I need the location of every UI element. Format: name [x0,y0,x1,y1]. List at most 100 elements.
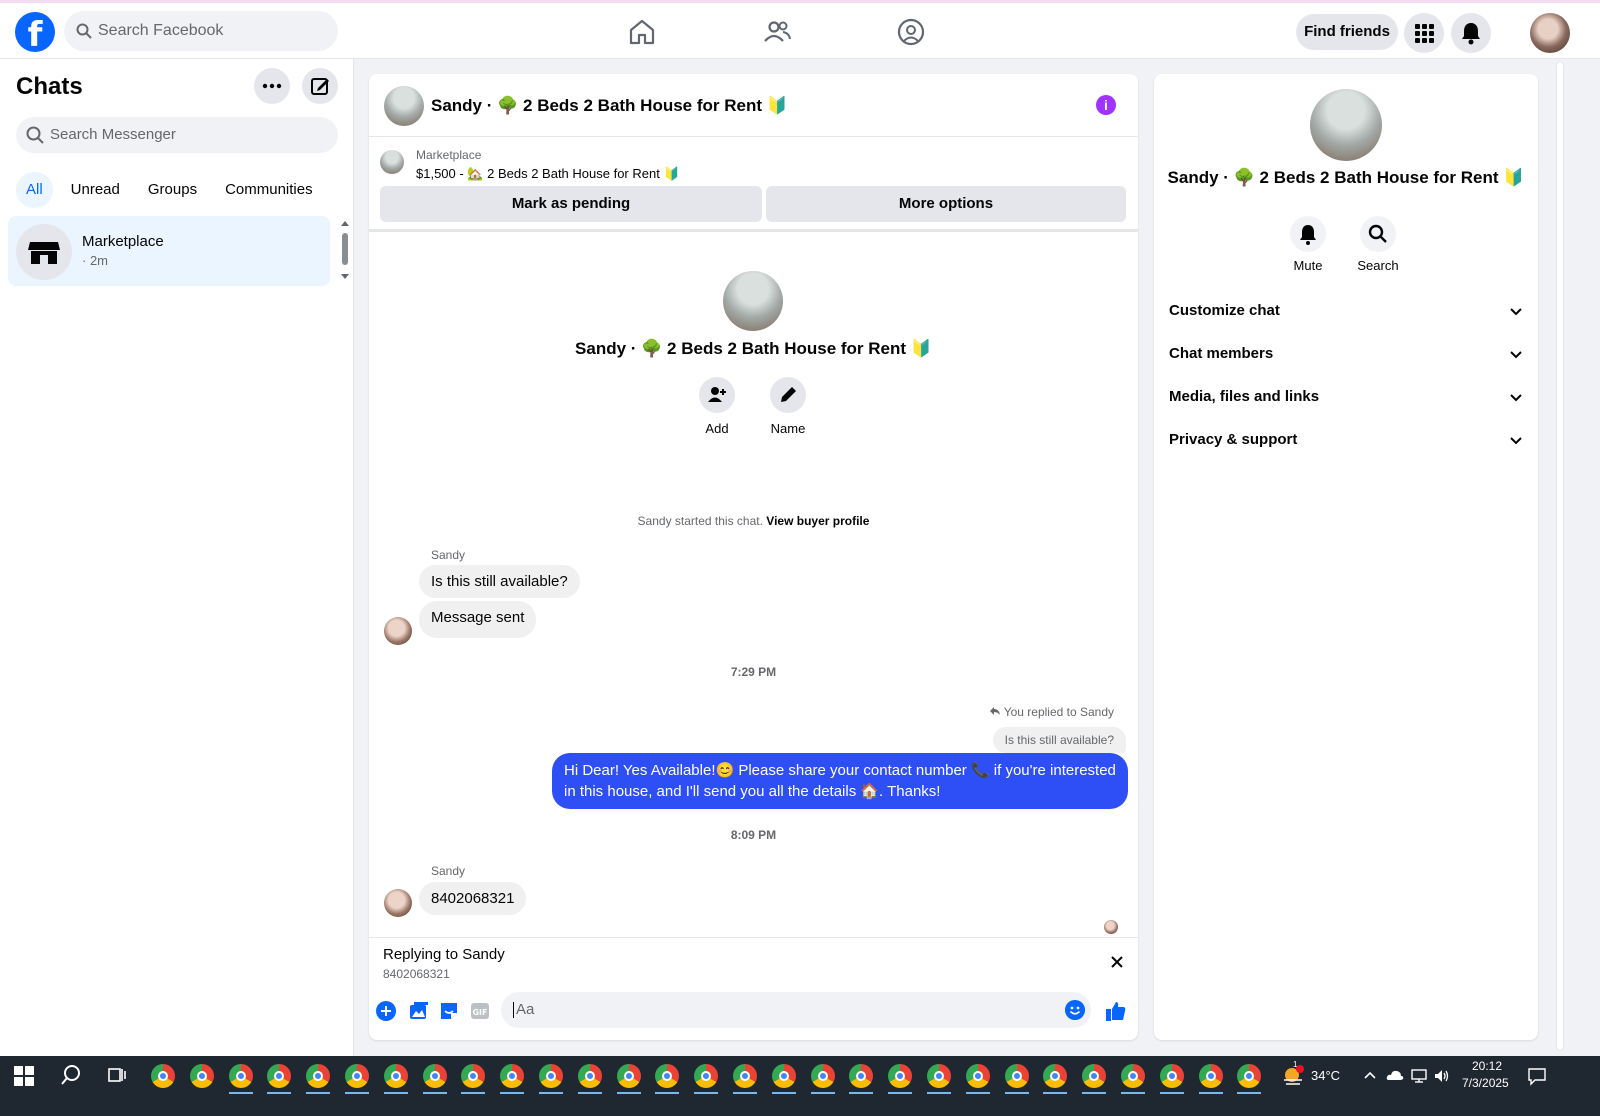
profile-avatar[interactable] [1530,13,1570,53]
listing-thumbnail[interactable] [380,150,404,174]
find-friends-button[interactable]: Find friends [1296,14,1398,50]
chrome-taskbar-icon[interactable] [1159,1064,1184,1088]
sticker-icon[interactable] [438,1000,460,1022]
media-files-links-section[interactable]: Media, files and links [1169,382,1523,412]
quoted-message[interactable]: Is this still available? [992,727,1126,753]
customize-chat-section[interactable]: Customize chat [1169,296,1523,326]
page-scrollbar[interactable] [1552,59,1568,1057]
chrome-taskbar-icon[interactable] [616,1064,641,1088]
chrome-taskbar-icon[interactable] [577,1064,602,1088]
chrome-taskbar-icon[interactable] [965,1064,990,1088]
new-message-button[interactable] [302,68,338,104]
close-icon[interactable] [1109,954,1125,970]
volume-icon[interactable] [1433,1067,1451,1085]
replying-title: Replying to Sandy [383,946,505,963]
sender-avatar[interactable] [384,617,412,645]
chrome-taskbar-icon[interactable] [189,1064,214,1088]
incoming-message[interactable]: Message sent [419,601,537,638]
thumbs-up-icon[interactable] [1105,1000,1127,1022]
conversation-avatar[interactable] [384,86,424,126]
chrome-taskbar-icon[interactable] [151,1064,175,1088]
notifications-button[interactable] [1451,13,1491,53]
notification-center-icon[interactable] [1527,1066,1547,1086]
chat-options-button[interactable] [254,68,290,104]
conversation-title[interactable]: Sandy · 🌳 2 Beds 2 Bath House for Rent 🔰 [431,96,788,116]
filter-all[interactable]: All [16,172,53,208]
chevron-up-icon[interactable] [1364,1070,1376,1080]
mute-label: Mute [1293,258,1323,273]
chat-list-item[interactable]: Marketplace · 2m [8,216,330,286]
more-options-button[interactable]: More options [766,186,1126,222]
scrollbar-thumb[interactable] [342,233,348,265]
chrome-taskbar-icon[interactable] [345,1064,369,1088]
chrome-taskbar-icon[interactable] [1198,1064,1223,1088]
temperature[interactable]: 34°C [1311,1068,1340,1083]
search-icon[interactable] [60,1064,82,1086]
plus-circle-icon[interactable] [375,1000,397,1022]
chrome-taskbar-icon[interactable] [228,1064,253,1088]
sender-avatar[interactable] [384,889,412,917]
listing-price-title[interactable]: $1,500 - 🏡 2 Beds 2 Bath House for Rent … [416,166,680,182]
chrome-taskbar-icon[interactable] [655,1064,680,1088]
chrome-taskbar-icon[interactable] [383,1064,408,1088]
gif-icon[interactable]: GIF [469,1000,491,1022]
add-person-icon [708,387,726,402]
view-buyer-profile-link[interactable]: View buyer profile [766,514,869,528]
filter-groups[interactable]: Groups [138,172,207,208]
home-icon[interactable] [627,17,657,47]
mark-as-pending-button[interactable]: Mark as pending [380,186,762,222]
privacy-support-section[interactable]: Privacy & support [1169,425,1523,455]
chat-filters: All Unread Groups Communities [16,172,323,208]
chrome-taskbar-icon[interactable] [461,1064,486,1088]
chrome-taskbar-icon[interactable] [1082,1064,1107,1088]
chrome-taskbar-icon[interactable] [306,1064,331,1088]
add-people-action[interactable]: Add [687,377,747,436]
groups-icon[interactable] [896,17,926,47]
search-action[interactable]: Search [1348,216,1408,273]
incoming-message[interactable]: Is this still available? [419,565,580,598]
chrome-taskbar-icon[interactable] [1043,1064,1068,1088]
friends-icon[interactable] [762,17,792,47]
conversation-panel: Sandy · 🌳 2 Beds 2 Bath House for Rent 🔰… [369,74,1138,1040]
search-facebook-input[interactable]: Search Facebook [64,11,338,51]
chrome-taskbar-icon[interactable] [733,1064,757,1088]
network-icon[interactable] [1410,1068,1428,1084]
incoming-message[interactable]: 8402068321 [419,882,527,915]
chrome-taskbar-icon[interactable] [539,1064,563,1088]
task-view-icon[interactable] [107,1065,127,1085]
chrome-taskbar-icon[interactable] [1004,1064,1029,1088]
chat-list-scrollbar[interactable] [340,219,350,283]
page-scrollbar-thumb[interactable] [1556,61,1564,1051]
chrome-taskbar-icon[interactable] [810,1064,835,1088]
mute-action[interactable]: Mute [1278,216,1338,273]
clock-date[interactable]: 7/3/2025 [1462,1076,1509,1090]
message-input[interactable]: Aa [501,992,1091,1028]
chrome-taskbar-icon[interactable] [1121,1064,1145,1088]
sender-name: Sandy [431,864,466,878]
windows-start-icon[interactable] [14,1066,34,1086]
onedrive-icon[interactable] [1386,1068,1404,1082]
info-icon[interactable]: i [1096,95,1116,115]
photo-icon[interactable] [407,1000,429,1022]
chrome-taskbar-icon[interactable] [267,1064,292,1088]
filter-unread[interactable]: Unread [61,172,130,208]
search-messenger-input[interactable]: Search Messenger [16,117,338,153]
chrome-taskbar-icon[interactable] [422,1064,447,1088]
filter-communities[interactable]: Communities [215,172,323,208]
chrome-taskbar-icon[interactable] [888,1064,913,1088]
chrome-taskbar-icon[interactable] [849,1064,874,1088]
outgoing-message[interactable]: Hi Dear! Yes Available!😊 Please share yo… [552,753,1128,809]
chrome-taskbar-icon[interactable] [1237,1064,1262,1088]
chat-members-section[interactable]: Chat members [1169,339,1523,369]
more-dots-icon [262,83,282,89]
facebook-logo[interactable]: f [15,12,55,52]
chrome-taskbar-icon[interactable] [771,1064,796,1088]
chrome-taskbar-icon[interactable] [694,1064,719,1088]
name-chat-action[interactable]: Name [758,377,818,436]
info-avatar[interactable] [1310,89,1382,161]
chrome-taskbar-icon[interactable] [500,1064,525,1088]
chrome-taskbar-icon[interactable] [927,1064,951,1088]
menu-button[interactable] [1404,13,1444,53]
emoji-icon[interactable] [1065,1000,1085,1020]
clock-time[interactable]: 20:12 [1472,1059,1502,1073]
